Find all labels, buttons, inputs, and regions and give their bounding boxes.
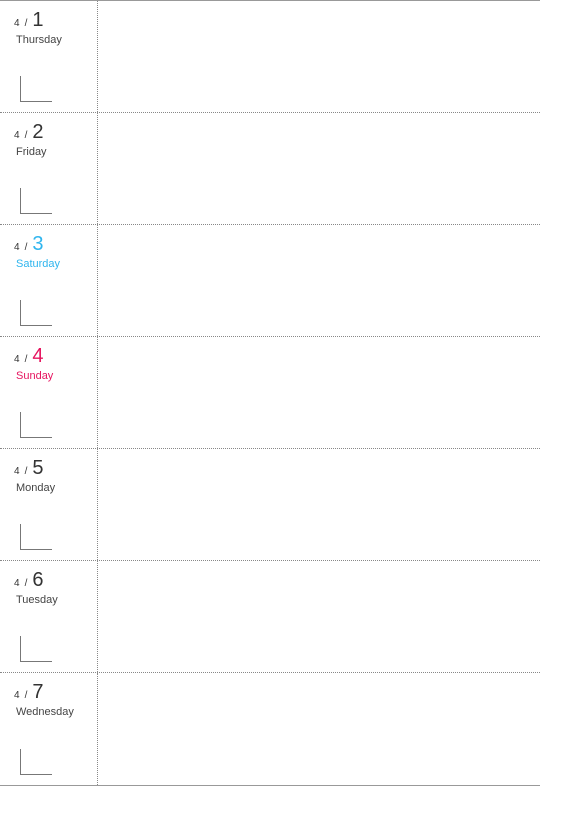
day-row: 4 / 4 Sunday xyxy=(0,337,540,449)
day-number: 5 xyxy=(32,457,43,480)
content-cell xyxy=(98,673,540,785)
date-line: 4 / 7 xyxy=(14,681,91,704)
date-line: 4 / 2 xyxy=(14,121,91,144)
mini-box-icon xyxy=(20,749,52,775)
date-line: 4 / 6 xyxy=(14,569,91,592)
content-cell xyxy=(98,113,540,224)
mini-box-icon xyxy=(20,188,52,214)
day-number: 6 xyxy=(32,569,43,592)
day-row: 4 / 2 Friday xyxy=(0,113,540,225)
date-cell: 4 / 5 Monday xyxy=(0,449,98,560)
day-number: 2 xyxy=(32,121,43,144)
date-cell: 4 / 4 Sunday xyxy=(0,337,98,448)
date-line: 4 / 1 xyxy=(14,9,91,32)
month-number: 4 xyxy=(14,242,20,253)
date-line: 4 / 3 xyxy=(14,233,91,256)
month-number: 4 xyxy=(14,690,20,701)
mini-box-icon xyxy=(20,412,52,438)
content-cell xyxy=(98,449,540,560)
day-number: 4 xyxy=(32,345,43,368)
day-number: 7 xyxy=(32,681,43,704)
content-cell xyxy=(98,225,540,336)
weekday-label: Wednesday xyxy=(16,706,91,718)
date-slash: / xyxy=(25,354,28,365)
day-number: 1 xyxy=(32,9,43,32)
date-slash: / xyxy=(25,18,28,29)
weekday-label: Thursday xyxy=(16,34,91,46)
weekday-label: Saturday xyxy=(16,258,91,270)
date-line: 4 / 4 xyxy=(14,345,91,368)
weekly-planner: 4 / 1 Thursday 4 / 2 Friday 4 / 3 xyxy=(0,0,540,786)
content-cell xyxy=(98,1,540,112)
mini-box-icon xyxy=(20,524,52,550)
month-number: 4 xyxy=(14,354,20,365)
day-row: 4 / 7 Wednesday xyxy=(0,673,540,785)
day-row: 4 / 1 Thursday xyxy=(0,1,540,113)
month-number: 4 xyxy=(14,18,20,29)
day-row: 4 / 6 Tuesday xyxy=(0,561,540,673)
date-slash: / xyxy=(25,466,28,477)
content-cell xyxy=(98,337,540,448)
date-line: 4 / 5 xyxy=(14,457,91,480)
content-cell xyxy=(98,561,540,672)
date-cell: 4 / 1 Thursday xyxy=(0,1,98,112)
date-cell: 4 / 2 Friday xyxy=(0,113,98,224)
weekday-label: Friday xyxy=(16,146,91,158)
weekday-label: Tuesday xyxy=(16,594,91,606)
month-number: 4 xyxy=(14,130,20,141)
day-row: 4 / 3 Saturday xyxy=(0,225,540,337)
month-number: 4 xyxy=(14,466,20,477)
month-number: 4 xyxy=(14,578,20,589)
day-row: 4 / 5 Monday xyxy=(0,449,540,561)
weekday-label: Sunday xyxy=(16,370,91,382)
day-number: 3 xyxy=(32,233,43,256)
mini-box-icon xyxy=(20,636,52,662)
date-slash: / xyxy=(25,130,28,141)
date-cell: 4 / 3 Saturday xyxy=(0,225,98,336)
date-slash: / xyxy=(25,242,28,253)
date-cell: 4 / 6 Tuesday xyxy=(0,561,98,672)
mini-box-icon xyxy=(20,300,52,326)
date-slash: / xyxy=(25,690,28,701)
date-slash: / xyxy=(25,578,28,589)
mini-box-icon xyxy=(20,76,52,102)
weekday-label: Monday xyxy=(16,482,91,494)
date-cell: 4 / 7 Wednesday xyxy=(0,673,98,785)
